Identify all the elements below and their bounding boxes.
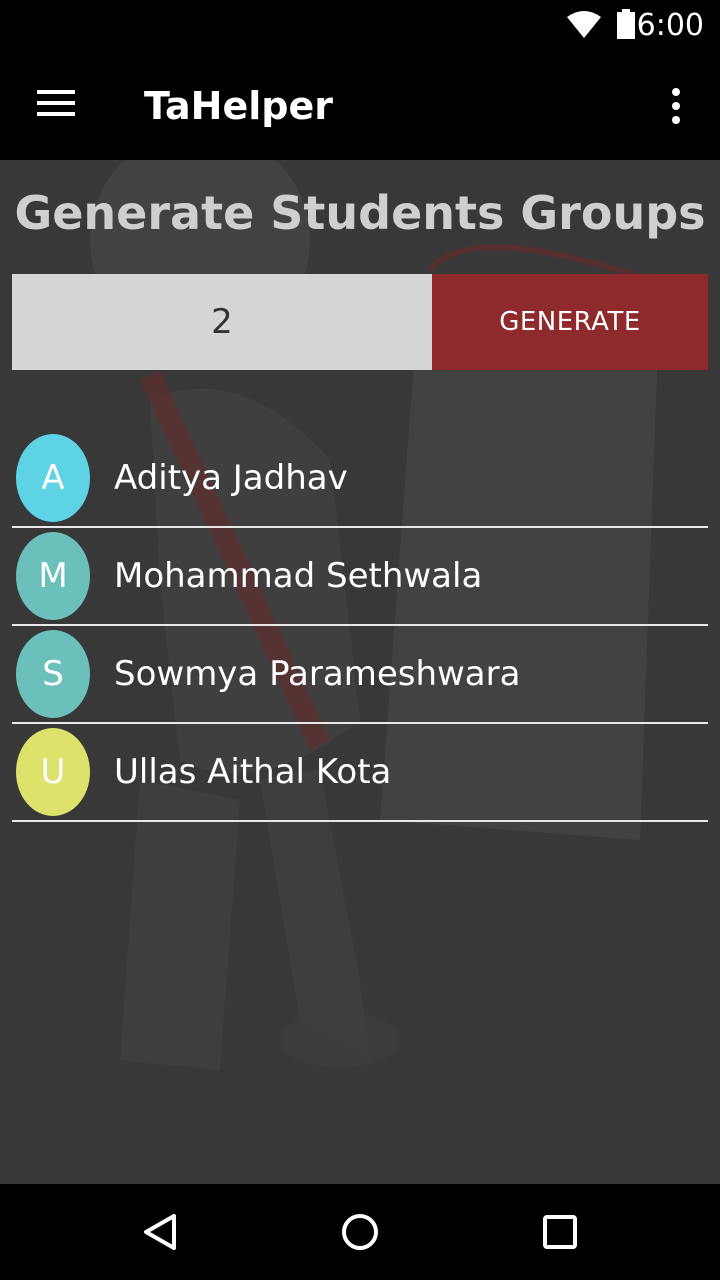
- student-name: Mohammad Sethwala: [114, 556, 483, 596]
- menu-icon[interactable]: [28, 78, 84, 128]
- battery-icon: [617, 9, 635, 39]
- recents-icon[interactable]: [540, 1212, 580, 1252]
- list-item[interactable]: U Ullas Aithal Kota: [12, 724, 708, 822]
- student-name: Ullas Aithal Kota: [114, 752, 392, 792]
- avatar: M: [16, 532, 90, 620]
- wifi-icon: [567, 11, 601, 38]
- app-title: TaHelper: [144, 84, 333, 128]
- back-icon[interactable]: [140, 1212, 180, 1252]
- student-list: A Aditya Jadhav M Mohammad Sethwala S So…: [12, 430, 708, 822]
- main-content: Generate Students Groups GENERATE A Adit…: [0, 160, 720, 1184]
- list-item[interactable]: A Aditya Jadhav: [12, 430, 708, 528]
- overflow-menu-icon[interactable]: [656, 80, 696, 130]
- list-item[interactable]: M Mohammad Sethwala: [12, 528, 708, 626]
- avatar: U: [16, 728, 90, 816]
- student-name: Sowmya Parameshwara: [114, 654, 521, 694]
- home-icon[interactable]: [340, 1212, 380, 1252]
- avatar: A: [16, 434, 90, 522]
- status-bar: 6:00: [0, 0, 720, 48]
- app-bar: TaHelper: [0, 48, 720, 160]
- student-name: Aditya Jadhav: [114, 458, 348, 498]
- avatar: S: [16, 630, 90, 718]
- group-count-input[interactable]: [12, 274, 432, 370]
- list-item[interactable]: S Sowmya Parameshwara: [12, 626, 708, 724]
- navigation-bar: [0, 1184, 720, 1280]
- page-heading: Generate Students Groups: [14, 186, 706, 240]
- generate-button[interactable]: GENERATE: [432, 274, 708, 370]
- status-time: 6:00: [636, 8, 704, 43]
